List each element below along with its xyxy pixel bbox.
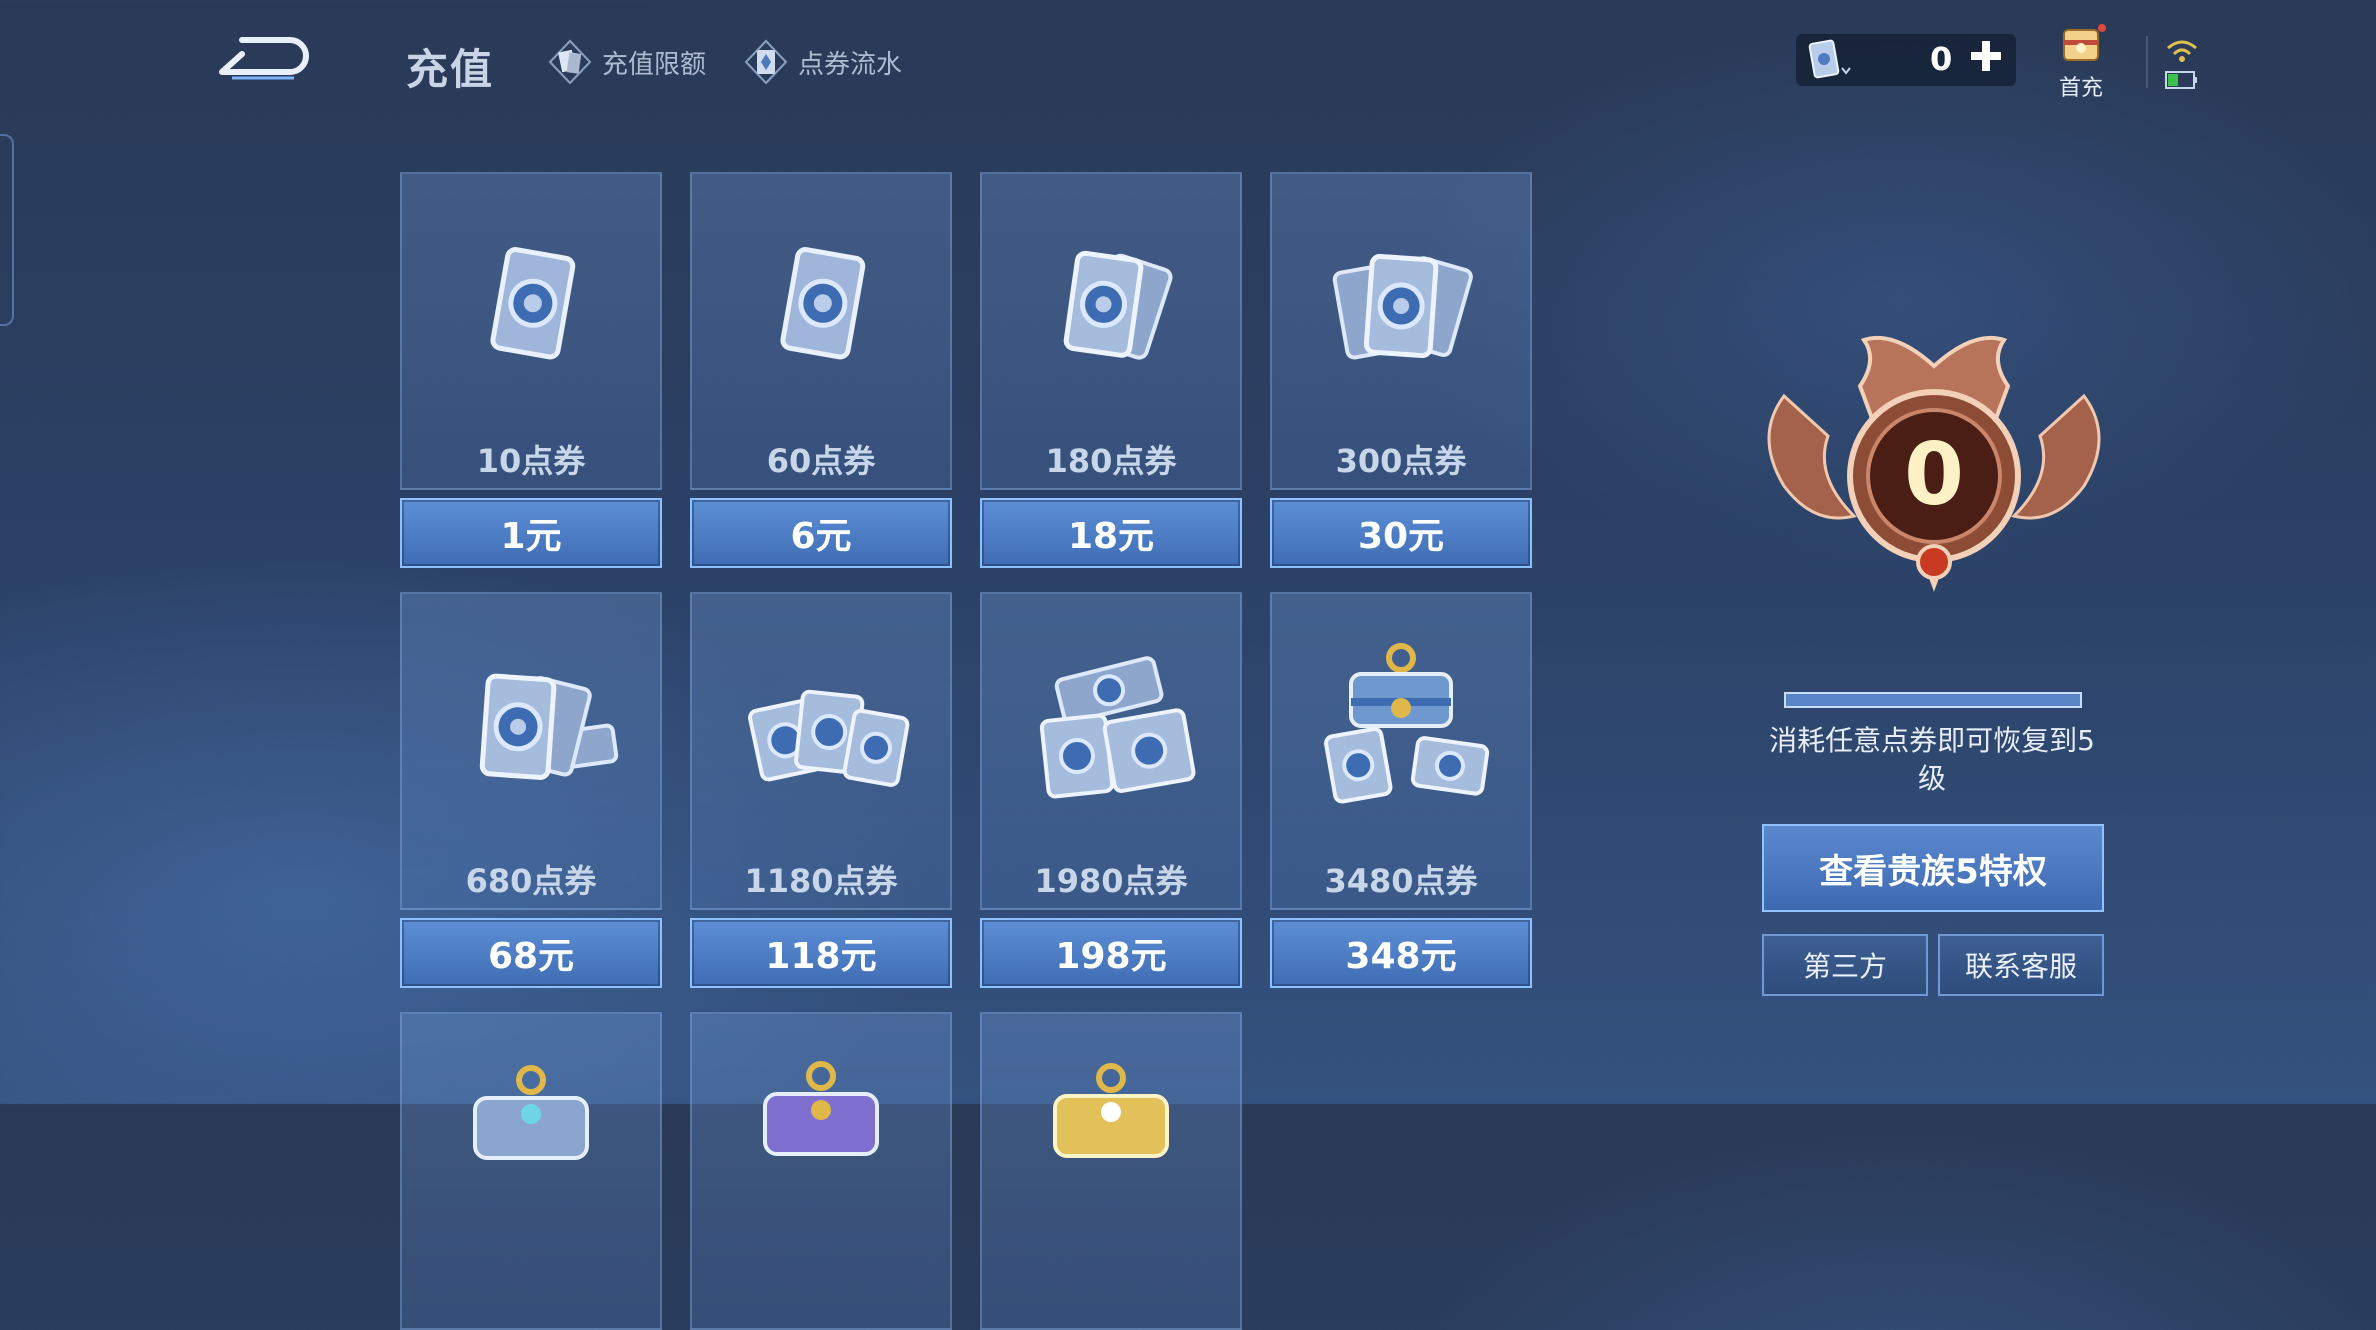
- package-price-button[interactable]: 348元: [1270, 918, 1532, 988]
- treasure-chest-icon: [763, 1061, 879, 1156]
- double-coupon-icon: [1063, 250, 1173, 360]
- single-coupon-icon: [490, 247, 576, 360]
- package-price-button[interactable]: 118元: [690, 918, 952, 988]
- coupon-icon: [1808, 39, 1851, 79]
- noble-progress-bar: [1784, 692, 2082, 708]
- noble-level-emblem: 0: [1767, 335, 2101, 592]
- coupon-flow-icon: [744, 39, 788, 85]
- customer-service-button[interactable]: 联系客服: [1938, 934, 2104, 996]
- package-points: 60点券: [766, 442, 876, 480]
- triple-coupon-icon: [1332, 253, 1473, 360]
- first-charge-button[interactable]: 首充: [2046, 22, 2116, 102]
- header-divider: [2146, 36, 2148, 88]
- package-price-button[interactable]: 198元: [980, 918, 1242, 988]
- add-currency-button[interactable]: [1968, 38, 2004, 74]
- side-tab[interactable]: [0, 134, 14, 326]
- treasure-chest-icon: [1053, 1063, 1169, 1158]
- treasure-chest-icon: [1324, 643, 1490, 804]
- coupon-pile-icon: [748, 689, 910, 787]
- back-button[interactable]: [212, 32, 312, 86]
- package-points: 1980点券: [1034, 862, 1188, 900]
- package-price-button[interactable]: 18元: [980, 498, 1242, 568]
- single-coupon-icon: [780, 247, 866, 360]
- coupon-flow-link[interactable]: 点券流水: [742, 38, 902, 86]
- package-price-button[interactable]: 1元: [400, 498, 662, 568]
- package-points: 3480点券: [1324, 862, 1478, 900]
- package-points: 300点券: [1335, 442, 1467, 480]
- page-title: 充值: [406, 45, 495, 94]
- package-points: 1180点券: [744, 862, 898, 900]
- back-arrow-icon: [219, 37, 309, 80]
- gift-chest-icon: [2063, 24, 2106, 61]
- recharge-limit-link[interactable]: 充值限额: [546, 38, 706, 86]
- package-price-button[interactable]: 6元: [690, 498, 952, 568]
- third-party-button[interactable]: 第三方: [1762, 934, 1928, 996]
- noble-level-value: 0: [1904, 425, 1964, 525]
- treasure-chest-icon: [473, 1065, 589, 1160]
- status-indicators: [2160, 36, 2204, 92]
- currency-value: 0: [1930, 40, 1953, 78]
- package-points: 680点券: [465, 862, 597, 900]
- battery-icon: [2165, 71, 2197, 89]
- recharge-limit-label: 充值限额: [602, 49, 707, 80]
- package-price-button[interactable]: 68元: [400, 918, 662, 988]
- card-limit-icon: [548, 39, 592, 85]
- first-charge-label: 首充: [2058, 76, 2103, 101]
- coupon-flow-label: 点券流水: [798, 49, 903, 80]
- view-noble-privileges-button[interactable]: 查看贵族5特权: [1762, 824, 2104, 912]
- coupon-stack-icon: [479, 673, 619, 780]
- noble-description: 消耗任意点券即可恢复到5级: [1769, 724, 2095, 795]
- package-price-button[interactable]: 30元: [1270, 498, 1532, 568]
- package-points: 10点券: [476, 442, 586, 480]
- plus-icon: [1971, 41, 2001, 71]
- coupon-heap-icon: [1039, 656, 1196, 799]
- package-points: 180点券: [1045, 442, 1177, 480]
- wifi-icon: [2167, 40, 2197, 62]
